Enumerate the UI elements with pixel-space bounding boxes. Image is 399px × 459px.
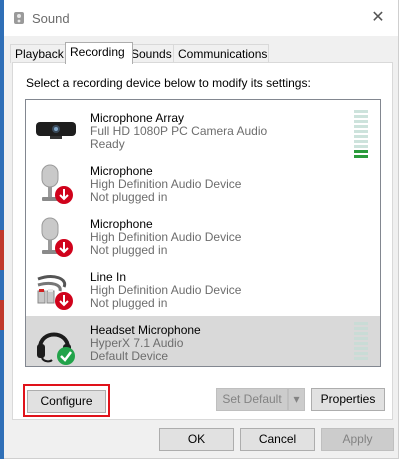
- device-description: High Definition Audio Device: [90, 177, 242, 191]
- device-description: HyperX 7.1 Audio: [90, 336, 184, 350]
- device-status: Not plugged in: [90, 243, 168, 257]
- device-description: High Definition Audio Device: [90, 230, 242, 244]
- device-status: Ready: [90, 137, 125, 151]
- tab-playback[interactable]: Playback: [10, 44, 68, 63]
- speaker-icon: [14, 12, 24, 24]
- microphone-icon: [41, 164, 73, 204]
- device-list[interactable]: Microphone Array Full HD 1080P PC Camera…: [25, 99, 381, 367]
- instruction-text: Select a recording device below to modif…: [26, 76, 311, 90]
- tab-recording[interactable]: Recording: [65, 42, 133, 64]
- configure-button[interactable]: Configure: [27, 390, 106, 413]
- level-meter: [354, 110, 368, 160]
- apply-button[interactable]: Apply: [321, 428, 394, 451]
- device-description: Full HD 1080P PC Camera Audio: [90, 124, 268, 138]
- device-item-headset-microphone[interactable]: Headset Microphone HyperX 7.1 Audio Defa…: [26, 316, 380, 366]
- chevron-down-icon: ▾: [293, 392, 300, 406]
- camera-icon: [36, 122, 76, 139]
- properties-button[interactable]: Properties: [311, 388, 385, 411]
- device-item-microphone[interactable]: Microphone High Definition Audio Device …: [26, 210, 380, 263]
- device-name: Microphone Array: [90, 111, 185, 125]
- recording-panel: Select a recording device below to modif…: [12, 62, 393, 420]
- device-name: Headset Microphone: [90, 323, 201, 337]
- device-item-line-in[interactable]: Line In High Definition Audio Device Not…: [26, 263, 380, 316]
- close-button[interactable]: ✕: [358, 0, 398, 36]
- set-default-dropdown[interactable]: ▾: [288, 388, 305, 411]
- cancel-button[interactable]: Cancel: [240, 428, 315, 451]
- ok-button[interactable]: OK: [159, 428, 234, 451]
- sound-dialog: Sound ✕ Playback Recording Sounds Commun…: [4, 0, 399, 459]
- window-title: Sound: [32, 11, 70, 26]
- device-name: Microphone: [90, 164, 153, 178]
- device-status: Not plugged in: [90, 296, 168, 310]
- title-bar[interactable]: Sound ✕: [4, 0, 398, 36]
- tab-communications[interactable]: Communications: [173, 44, 269, 63]
- headset-icon: [37, 332, 75, 365]
- set-default-button[interactable]: Set Default: [216, 388, 288, 411]
- device-status: Not plugged in: [90, 190, 168, 204]
- device-item-microphone[interactable]: Microphone High Definition Audio Device …: [26, 157, 380, 210]
- device-description: High Definition Audio Device: [90, 283, 242, 297]
- device-name: Microphone: [90, 217, 153, 231]
- device-status: Default Device: [90, 349, 169, 363]
- line-in-icon: [37, 275, 73, 310]
- device-name: Line In: [90, 270, 127, 284]
- level-meter: [354, 322, 368, 362]
- microphone-icon: [41, 217, 73, 257]
- device-item-microphone-array[interactable]: Microphone Array Full HD 1080P PC Camera…: [26, 104, 380, 160]
